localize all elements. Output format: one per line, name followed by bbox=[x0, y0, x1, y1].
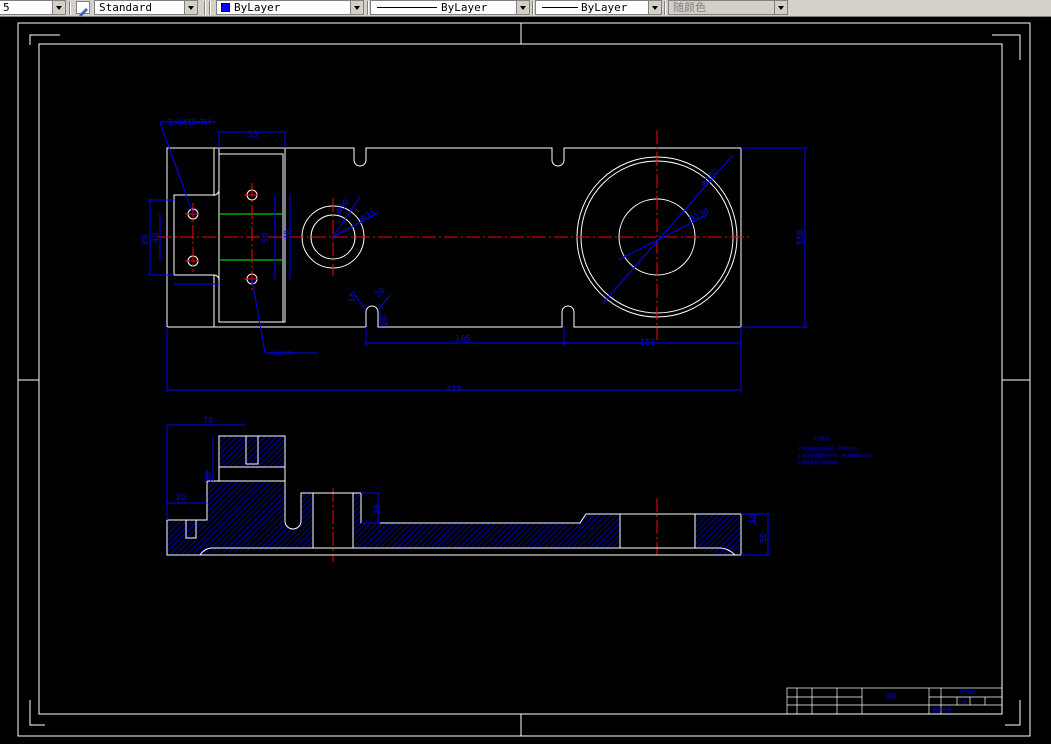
drawing-canvas[interactable]: 2×M10-7H 53 80 40 50 70 4×M8-7H 165 150 … bbox=[0, 17, 1051, 744]
svg-text:20: 20 bbox=[373, 286, 387, 300]
svg-text:477: 477 bbox=[446, 385, 461, 394]
svg-text:25: 25 bbox=[373, 504, 382, 514]
chevron-down-icon[interactable] bbox=[52, 1, 65, 14]
technical-notes: 技术要求 1.铸件应经时效处理，消除内应力。 2.未注铸造圆角R3-R5，未注倒… bbox=[798, 435, 875, 465]
svg-text:Φ130: Φ130 bbox=[687, 207, 710, 224]
toolbar-separator bbox=[664, 1, 666, 15]
svg-text:Φ200: Φ200 bbox=[700, 167, 721, 189]
svg-text:20: 20 bbox=[176, 493, 186, 502]
toolbar-separator bbox=[209, 1, 211, 15]
linetype-sample bbox=[377, 7, 437, 8]
svg-text:1.铸件应经时效处理，消除内应力。: 1.铸件应经时效处理，消除内应力。 bbox=[798, 445, 862, 451]
svg-text:技术要求: 技术要求 bbox=[813, 435, 829, 441]
svg-text:1:1: 1:1 bbox=[958, 700, 966, 706]
svg-text:30: 30 bbox=[204, 472, 213, 482]
svg-text:16: 16 bbox=[348, 292, 357, 302]
dimension-texts-top: 2×M10-7H 53 80 40 50 70 4×M8-7H 165 150 … bbox=[141, 118, 805, 394]
svg-text:50: 50 bbox=[261, 233, 270, 243]
toolbar-separator bbox=[367, 1, 369, 15]
svg-text:30: 30 bbox=[749, 514, 758, 524]
chevron-down-icon[interactable] bbox=[184, 1, 197, 14]
svg-text:HT200: HT200 bbox=[960, 690, 976, 696]
text-style-icon[interactable] bbox=[76, 1, 90, 17]
svg-text:80: 80 bbox=[141, 235, 150, 245]
svg-text:53: 53 bbox=[248, 130, 258, 139]
chevron-down-icon[interactable] bbox=[350, 1, 363, 14]
svg-text:70: 70 bbox=[283, 230, 292, 240]
toolbar-separator bbox=[532, 1, 534, 15]
plot-style-dropdown[interactable]: 随颜色 bbox=[668, 0, 788, 15]
lineweight-sample bbox=[542, 7, 578, 8]
svg-text:2×M10-7H: 2×M10-7H bbox=[168, 118, 211, 127]
chevron-down-icon[interactable] bbox=[648, 1, 661, 14]
front-view[interactable] bbox=[166, 435, 742, 556]
properties-toolbar: 5 Standard ByLayer ByLayer ByLayer 随颜色 bbox=[0, 0, 1051, 17]
svg-text:165: 165 bbox=[455, 334, 470, 343]
dimensions-top bbox=[148, 121, 808, 392]
toolbar-separator bbox=[204, 1, 206, 15]
svg-text:2.未注铸造圆角R3-R5，未注倒角C1mm。: 2.未注铸造圆角R3-R5，未注倒角C1mm。 bbox=[798, 452, 875, 458]
svg-text:20: 20 bbox=[380, 316, 389, 326]
pencil-icon bbox=[79, 8, 88, 17]
svg-text:Φ35: Φ35 bbox=[359, 208, 378, 224]
title-block: 底座 HT200 图样代号 1:1 bbox=[786, 687, 1003, 715]
linetype-dropdown[interactable]: ByLayer bbox=[370, 0, 530, 15]
chevron-down-icon[interactable] bbox=[774, 1, 787, 14]
first-dropdown[interactable]: 5 bbox=[0, 0, 66, 15]
toolbar-separator bbox=[69, 1, 71, 15]
sheet-border bbox=[17, 22, 1031, 737]
color-swatch bbox=[221, 3, 230, 12]
svg-text:150: 150 bbox=[796, 230, 805, 245]
svg-text:70: 70 bbox=[203, 416, 213, 425]
svg-text:图样代号: 图样代号 bbox=[932, 707, 952, 714]
text-style-dropdown[interactable]: Standard bbox=[94, 0, 198, 15]
color-dropdown[interactable]: ByLayer bbox=[216, 0, 364, 15]
svg-text:4×M8-7H: 4×M8-7H bbox=[270, 351, 294, 357]
svg-text:150: 150 bbox=[640, 338, 655, 347]
svg-text:底座: 底座 bbox=[886, 693, 896, 700]
svg-text:50: 50 bbox=[759, 533, 768, 543]
lineweight-dropdown[interactable]: ByLayer bbox=[535, 0, 662, 15]
svg-text:40: 40 bbox=[151, 233, 160, 243]
chevron-down-icon[interactable] bbox=[516, 1, 529, 14]
section-hatch bbox=[167, 436, 741, 555]
svg-text:3.铸件表面不得有砂眼。: 3.铸件表面不得有砂眼。 bbox=[798, 459, 842, 465]
